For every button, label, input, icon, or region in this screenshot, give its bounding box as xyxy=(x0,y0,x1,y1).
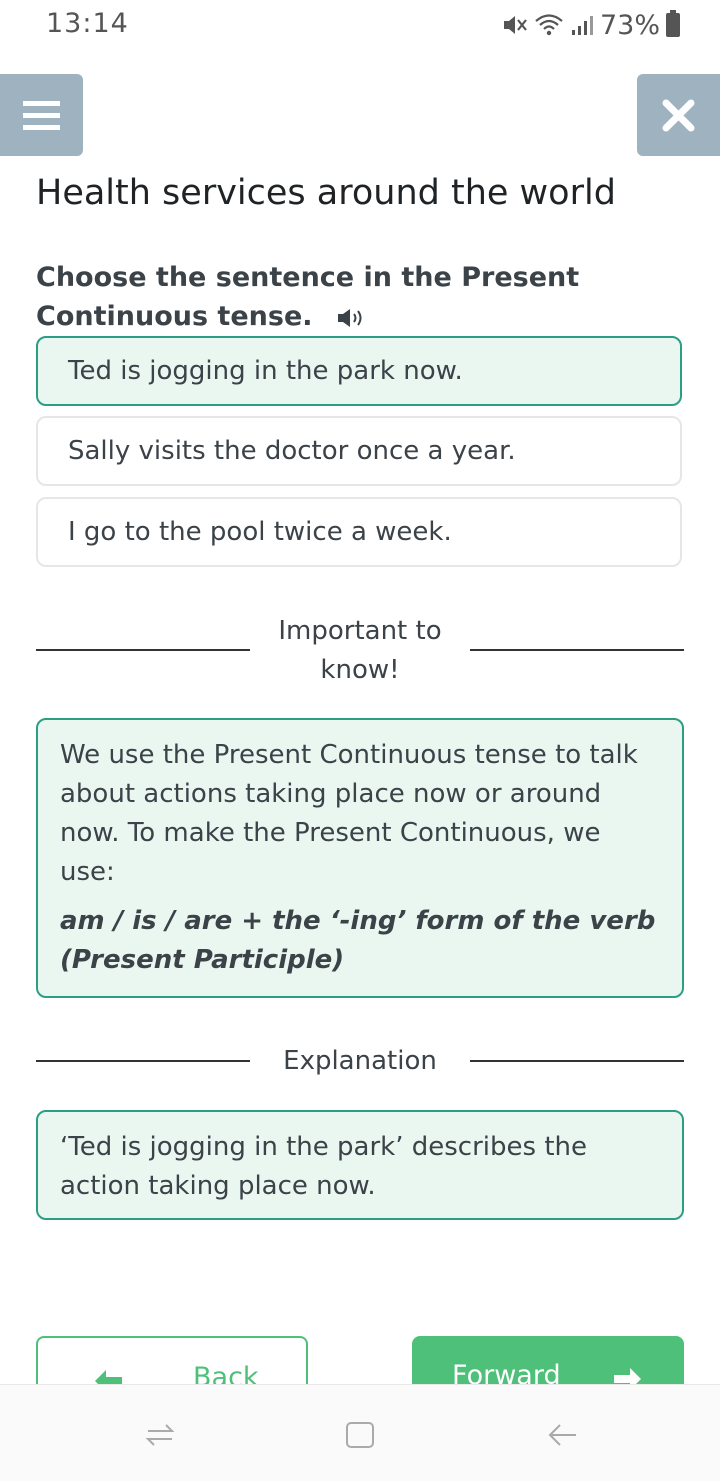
grammar-info-text: We use the Present Continuous tense to t… xyxy=(60,740,638,887)
battery-icon xyxy=(666,10,680,37)
divider-line xyxy=(36,649,250,651)
important-divider: Important to know! xyxy=(36,612,684,692)
answer-option-2[interactable]: Sally visits the doctor once a year. xyxy=(36,416,682,486)
system-nav-bar xyxy=(0,1384,720,1481)
hamburger-menu-icon xyxy=(23,101,60,130)
speaker-icon[interactable] xyxy=(336,306,366,330)
answer-option-3[interactable]: I go to the pool twice a week. xyxy=(36,497,682,567)
explanation-box: ‘Ted is jogging in the park’ describes t… xyxy=(36,1110,684,1220)
mute-icon xyxy=(503,16,527,34)
explanation-divider: Explanation xyxy=(36,1042,684,1082)
battery-percent: 73% xyxy=(599,9,660,41)
page-title: Health services around the world xyxy=(36,173,616,214)
close-button[interactable] xyxy=(637,74,720,156)
home-icon[interactable] xyxy=(344,1421,376,1449)
divider-line xyxy=(470,1060,684,1062)
answer-option-label: Sally visits the doctor once a year. xyxy=(68,436,516,466)
close-icon xyxy=(662,99,695,132)
answer-option-label: I go to the pool twice a week. xyxy=(68,517,452,547)
grammar-info-box: We use the Present Continuous tense to t… xyxy=(36,718,684,998)
question-prompt: Choose the sentence in the Present Conti… xyxy=(36,258,656,336)
status-icons: 73% xyxy=(502,8,680,42)
answer-option-1[interactable]: Ted is jogging in the park now. xyxy=(36,336,682,406)
status-time: 13:14 xyxy=(46,8,129,39)
status-bar: 13:14 73% xyxy=(0,0,720,50)
back-nav-icon[interactable] xyxy=(546,1421,578,1449)
divider-line xyxy=(36,1060,250,1062)
answer-option-label: Ted is jogging in the park now. xyxy=(68,356,463,386)
explanation-text: ‘Ted is jogging in the park’ describes t… xyxy=(60,1132,587,1201)
recent-apps-icon[interactable] xyxy=(144,1421,176,1449)
wifi-icon xyxy=(535,14,563,36)
question-text: Choose the sentence in the Present Conti… xyxy=(36,262,580,332)
menu-button[interactable] xyxy=(0,74,83,156)
explanation-heading: Explanation xyxy=(283,1046,437,1076)
signal-icon xyxy=(571,16,593,35)
grammar-formula: am / is / are + the ‘-ing’ form of the v… xyxy=(60,906,656,975)
divider-line xyxy=(470,649,684,651)
important-heading: Important to know! xyxy=(278,616,442,685)
